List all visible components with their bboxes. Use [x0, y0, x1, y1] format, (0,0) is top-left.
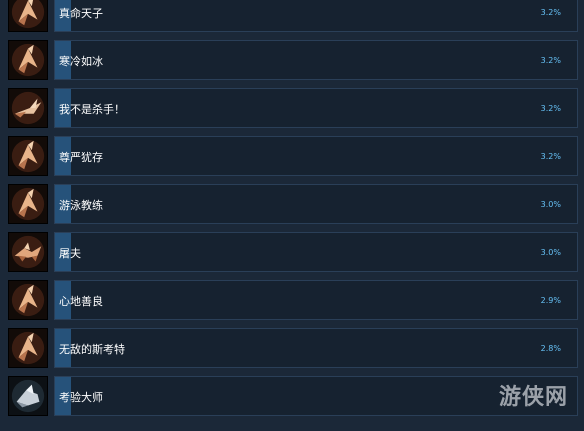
origami-bird-icon — [8, 0, 48, 32]
achievement-row: 考验大师 — [0, 376, 584, 416]
achievement-list: 真命天子 3.2% 寒冷如冰 3.2% 我不是杀手！ 3.2% 尊严犹存 3.2… — [0, 0, 584, 424]
silver-origami-icon — [8, 376, 48, 416]
origami-bird-icon — [8, 328, 48, 368]
achievement-name: 游泳教练 — [59, 199, 103, 212]
achievement-row: 尊严犹存 3.2% — [0, 136, 584, 176]
achievement-bar: 真命天子 3.2% — [54, 0, 578, 32]
achievement-row: 心地善良 2.9% — [0, 280, 584, 320]
achievement-percent: 2.8% — [540, 344, 561, 353]
achievement-percent: 3.2% — [540, 8, 561, 17]
achievement-percent: 2.9% — [540, 296, 561, 305]
achievement-bar: 游泳教练 3.0% — [54, 184, 578, 224]
achievement-row: 寒冷如冰 3.2% — [0, 40, 584, 80]
achievement-row: 真命天子 3.2% — [0, 0, 584, 32]
achievement-percent: 3.0% — [540, 248, 561, 257]
origami-beast-icon — [8, 232, 48, 272]
achievement-bar: 心地善良 2.9% — [54, 280, 578, 320]
achievement-bar: 屠夫 3.0% — [54, 232, 578, 272]
achievement-percent: 3.0% — [540, 200, 561, 209]
achievement-bar: 我不是杀手！ 3.2% — [54, 88, 578, 128]
achievement-name: 屠夫 — [59, 247, 81, 260]
achievement-name: 真命天子 — [59, 7, 103, 20]
achievement-percent: 3.2% — [540, 56, 561, 65]
achievement-row: 游泳教练 3.0% — [0, 184, 584, 224]
achievement-row: 我不是杀手！ 3.2% — [0, 88, 584, 128]
achievement-bar: 无敌的斯考特 2.8% — [54, 328, 578, 368]
achievement-bar: 尊严犹存 3.2% — [54, 136, 578, 176]
origami-bird-icon — [8, 184, 48, 224]
site-watermark: 游侠网 — [498, 385, 568, 410]
achievement-row: 无敌的斯考特 2.8% — [0, 328, 584, 368]
achievement-name: 尊严犹存 — [59, 151, 103, 164]
achievement-name: 寒冷如冰 — [59, 55, 103, 68]
achievement-name: 我不是杀手！ — [59, 103, 125, 116]
origami-bird-icon — [8, 40, 48, 80]
origami-swan-icon — [8, 88, 48, 128]
achievement-row: 屠夫 3.0% — [0, 232, 584, 272]
origami-bird-icon — [8, 280, 48, 320]
achievement-name: 考验大师 — [59, 391, 103, 404]
achievement-name: 无敌的斯考特 — [59, 343, 125, 356]
achievement-bar: 寒冷如冰 3.2% — [54, 40, 578, 80]
achievement-percent: 3.2% — [540, 152, 561, 161]
origami-bird-icon — [8, 136, 48, 176]
achievement-percent: 3.2% — [540, 104, 561, 113]
achievement-name: 心地善良 — [59, 295, 103, 308]
